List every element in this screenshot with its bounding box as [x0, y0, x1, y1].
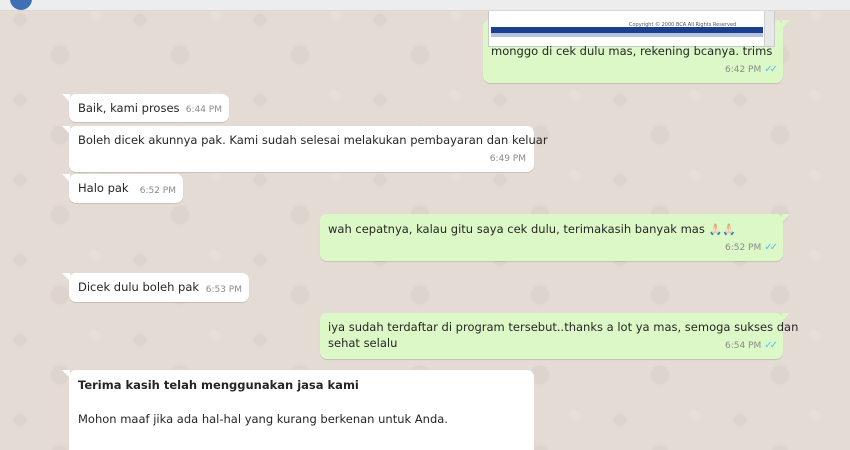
incoming-message[interactable]: Dicek dulu boleh pak 6:53 PM — [62, 273, 249, 302]
message-meta: 6:42 PM ✓✓ — [724, 62, 778, 78]
message-title: Terima kasih telah menggunakan jasa kami — [78, 378, 359, 392]
message-meta: 6:52 PM ✓✓ — [724, 240, 778, 256]
image-attachment[interactable]: Copyright © 2000 BCA All Rights Reserved — [488, 8, 775, 47]
double-check-icon: ✓✓ — [764, 64, 778, 75]
double-check-icon: ✓✓ — [764, 340, 778, 351]
image-banner-light — [491, 33, 763, 37]
message-text-line-1: iya sudah terdaftar di program tersebut.… — [328, 320, 799, 334]
outgoing-message[interactable]: Copyright © 2000 BCA All Rights Reserved… — [483, 8, 790, 83]
incoming-message[interactable]: Baik, kami proses 6:44 PM — [62, 94, 229, 122]
message-text: monggo di cek dulu mas, rekening bcanya.… — [491, 44, 773, 58]
message-time: 6:44 PM — [185, 105, 222, 115]
message-time: 6:52 PM — [724, 243, 762, 253]
message-body: wah cepatnya, kalau gitu saya cek dulu, … — [328, 222, 705, 236]
folded-hands-emoji: 🙏🏻🙏🏻 — [708, 223, 736, 236]
message-time: 6:53 PM — [205, 285, 242, 295]
contact-avatar[interactable] — [10, 0, 32, 10]
message-time: 6:54 PM — [724, 341, 762, 351]
outgoing-message[interactable]: iya sudah terdaftar di program tersebut.… — [320, 313, 798, 359]
outgoing-message[interactable]: wah cepatnya, kalau gitu saya cek dulu, … — [320, 214, 790, 261]
message-time: 6:42 PM — [724, 65, 762, 75]
chat-header — [0, 0, 850, 11]
message-time: 6:49 PM — [489, 154, 526, 164]
message-text-line-2: sehat selalu — [328, 336, 398, 350]
message-text: Mohon maaf jika ada hal-hal yang kurang … — [78, 412, 448, 426]
message-text: Halo pak — [78, 181, 129, 195]
message-text: Boleh dicek akunnya pak. Kami sudah sele… — [78, 133, 548, 147]
incoming-message[interactable]: Halo pak 6:52 PM — [62, 174, 183, 203]
message-text: Baik, kami proses — [78, 101, 180, 115]
message-meta: 6:54 PM ✓✓ — [724, 338, 778, 354]
image-scrollbar — [764, 9, 774, 46]
double-check-icon: ✓✓ — [764, 242, 778, 253]
message-text: Dicek dulu boleh pak — [78, 280, 200, 294]
incoming-message[interactable]: Terima kasih telah menggunakan jasa kami… — [62, 370, 534, 450]
incoming-message[interactable]: Boleh dicek akunnya pak. Kami sudah sele… — [62, 126, 548, 172]
message-text: wah cepatnya, kalau gitu saya cek dulu, … — [328, 221, 736, 238]
message-time: 6:52 PM — [139, 186, 176, 196]
